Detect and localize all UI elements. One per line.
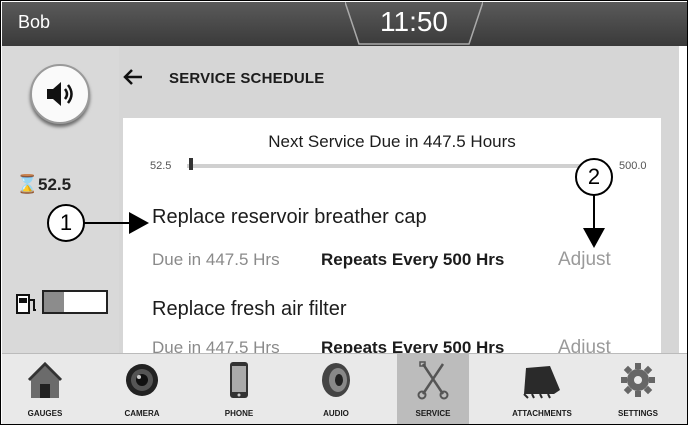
camera-lens-icon [126,364,158,396]
display-frame: Bob 11:50 ⌛ 52.5 SERVICE SCHEDULE Next S… [0,0,688,425]
back-arrow-icon[interactable] [123,68,143,86]
page-title: SERVICE SCHEDULE [169,70,325,87]
machine-hours: 52.5 [38,175,72,194]
wrench-icon [417,361,449,400]
fuel-gauge-fill [44,292,65,312]
bottom-nav: GAUGES CAMERA PHONE AUDIO SERVICE ATTACH… [2,353,687,424]
hourglass-icon: ⌛ [16,174,39,194]
slider-max-label: 500.0 [619,160,647,172]
nav-audio[interactable]: AUDIO [300,354,372,424]
nav-label: SERVICE [415,409,451,418]
volume-button[interactable] [30,64,90,124]
callout-arrow-down [583,194,605,248]
nav-label: PHONE [224,409,254,418]
task-name: Replace reservoir breather cap [152,206,427,228]
adjust-button[interactable]: Adjust [558,249,611,271]
bucket-icon [523,366,560,399]
nav-label: ATTACHMENTS [512,409,572,418]
task-name: Replace fresh air filter [152,298,347,320]
fuel-gauge [42,290,108,314]
nav-label: CAMERA [124,409,160,418]
clock: 11:50 [380,6,448,37]
callout-1: 1 [47,204,85,242]
nav-label: SETTINGS [617,409,658,418]
speaker-icon [322,363,350,397]
nav-camera[interactable]: CAMERA [106,354,178,424]
house-icon [27,361,63,398]
top-bar: Bob 11:50 [2,2,687,46]
nav-service[interactable]: SERVICE [397,354,469,424]
nav-label: GAUGES [27,409,63,418]
callout-arrow-right [83,212,149,234]
speaker-icon [47,82,73,106]
service-progress-track [187,164,601,168]
operator-name: Bob [18,12,51,32]
left-sidebar: ⌛ 52.5 [2,46,119,353]
gear-icon [621,363,655,397]
nav-settings[interactable]: SETTINGS [602,354,674,424]
nav-gauges[interactable]: GAUGES [9,354,81,424]
slider-min-label: 52.5 [150,160,172,172]
nav-attachments[interactable]: ATTACHMENTS [502,354,582,424]
nav-label: AUDIO [323,409,349,418]
nav-phone[interactable]: PHONE [203,354,275,424]
callout-2: 2 [575,158,613,196]
fuel-pump-icon [16,294,36,314]
task-repeats: Repeats Every 500 Hrs [321,250,505,269]
task-due: Due in 447.5 Hrs [152,250,280,269]
next-service-due: Next Service Due in 447.5 Hours [268,132,516,151]
phone-icon [230,362,248,398]
clock-tab: 11:50 [345,2,483,46]
service-progress-marker [189,158,193,170]
